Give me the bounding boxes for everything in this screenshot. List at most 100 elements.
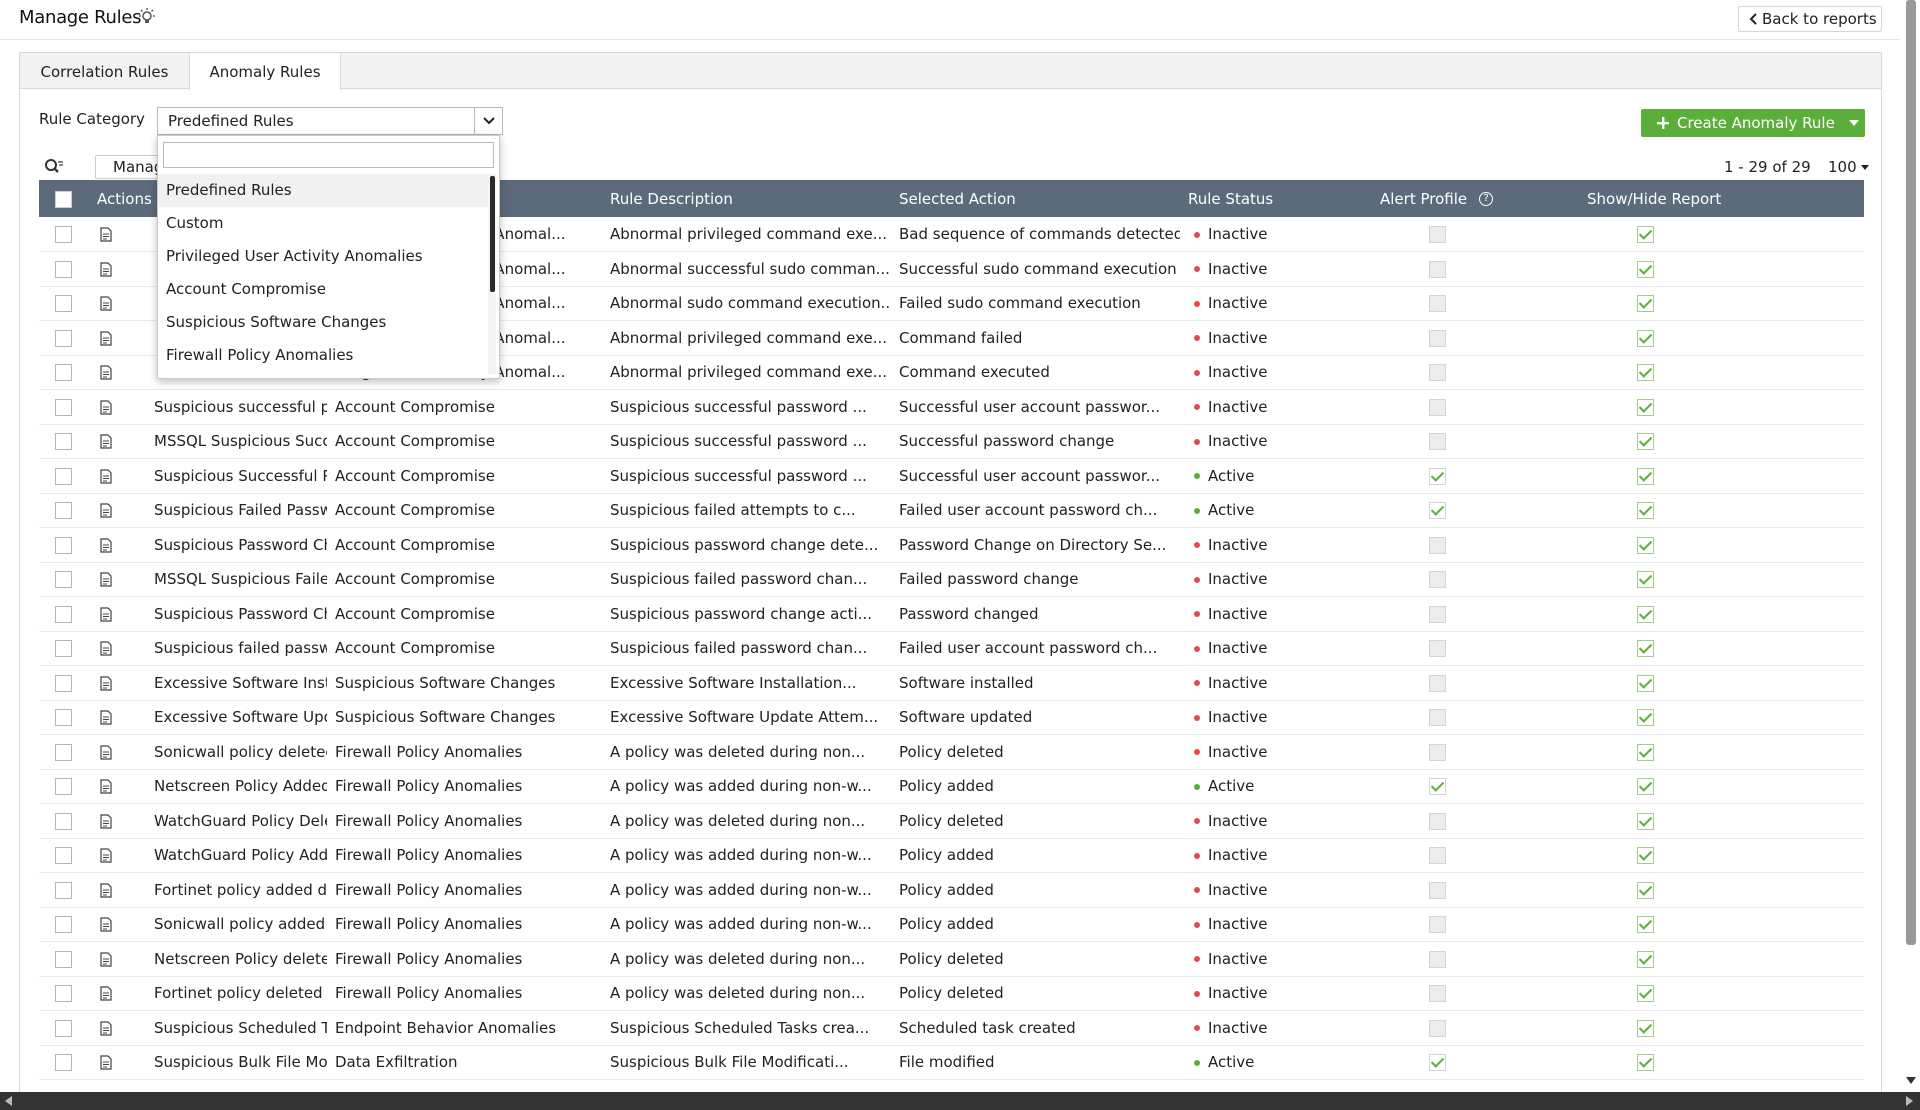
row-checkbox[interactable]: [55, 295, 72, 313]
rule-name[interactable]: Suspicious Scheduled Tasks crea...: [146, 1010, 327, 1046]
alert-profile-checkbox[interactable]: [1429, 674, 1446, 692]
row-actions-cell[interactable]: [88, 1010, 146, 1046]
show-report-checkbox[interactable]: [1637, 433, 1654, 451]
vertical-scroll-thumb[interactable]: [1906, 0, 1916, 945]
row-actions-cell[interactable]: [88, 251, 146, 287]
alert-profile-checkbox[interactable]: [1429, 536, 1446, 554]
table-row[interactable]: Excessive Software Installation...Suspic…: [39, 665, 1864, 701]
table-row[interactable]: Suspicious Password Change Acti...Accoun…: [39, 596, 1864, 632]
row-checkbox[interactable]: [55, 571, 72, 589]
row-checkbox[interactable]: [55, 433, 72, 451]
rule-name[interactable]: Netscreen Policy deleted during...: [146, 941, 327, 977]
dropdown-option[interactable]: Predefined Rules: [158, 174, 488, 207]
table-row[interactable]: Suspicious Scheduled Tasks crea...Endpoi…: [39, 1010, 1864, 1046]
row-actions-cell[interactable]: [88, 769, 146, 804]
rule-name[interactable]: MSSQL Suspicious Successful Pas...: [146, 424, 327, 459]
show-report-checkbox[interactable]: [1637, 950, 1654, 968]
row-checkbox[interactable]: [55, 1054, 72, 1072]
row-checkbox[interactable]: [55, 1019, 72, 1037]
dropdown-scrollbar[interactable]: [488, 174, 496, 374]
rule-name[interactable]: WatchGuard Policy Added during ...: [146, 838, 327, 873]
table-row[interactable]: WatchGuard Policy Deleted durin...Firewa…: [39, 803, 1864, 839]
scroll-down-arrow-icon[interactable]: [1905, 1074, 1917, 1086]
table-row[interactable]: Suspicious Successful Password ...Accoun…: [39, 458, 1864, 494]
row-actions-cell[interactable]: [88, 424, 146, 459]
row-actions-cell[interactable]: [88, 941, 146, 977]
table-row[interactable]: Suspicious failed password chan...Accoun…: [39, 631, 1864, 666]
show-report-checkbox[interactable]: [1637, 295, 1654, 313]
alert-profile-checkbox[interactable]: [1429, 502, 1446, 520]
show-report-checkbox[interactable]: [1637, 709, 1654, 727]
row-actions-cell[interactable]: [88, 596, 146, 632]
row-checkbox[interactable]: [55, 847, 72, 865]
show-report-checkbox[interactable]: [1637, 743, 1654, 761]
rule-name[interactable]: Suspicious Password Change on D...: [146, 527, 327, 563]
alert-profile-checkbox[interactable]: [1429, 226, 1446, 243]
row-checkbox[interactable]: [55, 640, 72, 658]
row-actions-cell[interactable]: [88, 458, 146, 494]
show-report-checkbox[interactable]: [1637, 260, 1654, 278]
tab-anomaly-rules[interactable]: Anomaly Rules: [189, 53, 341, 90]
table-row[interactable]: Netscreen Policy Added during n...Firewa…: [39, 769, 1864, 804]
row-checkbox[interactable]: [55, 502, 72, 520]
show-report-checkbox[interactable]: [1637, 364, 1654, 382]
show-report-checkbox[interactable]: [1637, 329, 1654, 347]
table-row[interactable]: Excessive Software Update Attem...Suspic…: [39, 700, 1864, 735]
row-checkbox[interactable]: [55, 226, 72, 243]
dropdown-option[interactable]: Account Compromise: [158, 273, 488, 306]
dropdown-option[interactable]: Privileged User Activity Anomalies: [158, 240, 488, 273]
help-icon[interactable]: ?: [1479, 192, 1494, 206]
row-checkbox[interactable]: [55, 329, 72, 347]
row-actions-cell[interactable]: [88, 838, 146, 873]
column-rule-status[interactable]: Rule Status: [1180, 180, 1365, 217]
show-report-checkbox[interactable]: [1637, 812, 1654, 830]
table-row[interactable]: MSSQL Suspicious Successful Pas...Accoun…: [39, 424, 1864, 459]
select-arrow[interactable]: [474, 108, 502, 134]
rule-name[interactable]: Suspicious successful password ...: [146, 389, 327, 425]
dropdown-option[interactable]: Custom: [158, 207, 488, 240]
alert-profile-checkbox[interactable]: [1429, 950, 1446, 968]
row-actions-cell[interactable]: [88, 803, 146, 839]
rule-name[interactable]: Suspicious Bulk File Modificati...: [146, 1045, 327, 1080]
vertical-scrollbar[interactable]: [1900, 0, 1920, 1092]
show-report-checkbox[interactable]: [1637, 605, 1654, 623]
row-checkbox[interactable]: [55, 950, 72, 968]
rule-name[interactable]: Sonicwall policy added during n...: [146, 907, 327, 942]
show-report-checkbox[interactable]: [1637, 571, 1654, 589]
row-checkbox[interactable]: [55, 881, 72, 899]
row-checkbox[interactable]: [55, 674, 72, 692]
dropdown-option[interactable]: Suspicious Software Changes: [158, 306, 488, 339]
rule-name[interactable]: Excessive Software Installation...: [146, 665, 327, 701]
rule-name[interactable]: Fortinet policy deleted during ...: [146, 976, 327, 1011]
alert-profile-checkbox[interactable]: [1429, 812, 1446, 830]
row-actions-cell[interactable]: [88, 493, 146, 528]
show-report-checkbox[interactable]: [1637, 1054, 1654, 1072]
row-actions-cell[interactable]: [88, 286, 146, 321]
table-row[interactable]: Fortinet policy added during no...Firewa…: [39, 872, 1864, 908]
row-actions-cell[interactable]: [88, 562, 146, 597]
row-checkbox[interactable]: [55, 743, 72, 761]
column-show-hide-report[interactable]: Show/Hide Report: [1550, 180, 1864, 217]
alert-profile-checkbox[interactable]: [1429, 1019, 1446, 1037]
row-checkbox[interactable]: [55, 260, 72, 278]
lightbulb-icon[interactable]: [137, 7, 157, 27]
row-checkbox[interactable]: [55, 916, 72, 934]
row-actions-cell[interactable]: [88, 665, 146, 701]
table-row[interactable]: Sonicwall policy deleted during...Firewa…: [39, 734, 1864, 770]
alert-profile-checkbox[interactable]: [1429, 467, 1446, 485]
table-row[interactable]: WatchGuard Policy Added during ...Firewa…: [39, 838, 1864, 873]
table-row[interactable]: Fortinet policy deleted during ...Firewa…: [39, 976, 1864, 1011]
column-selected-action[interactable]: Selected Action: [891, 180, 1180, 217]
show-report-checkbox[interactable]: [1637, 985, 1654, 1003]
rule-name[interactable]: Suspicious failed password chan...: [146, 631, 327, 666]
horizontal-scrollbar[interactable]: [0, 1092, 1920, 1110]
row-actions-cell[interactable]: [88, 389, 146, 425]
alert-profile-checkbox[interactable]: [1429, 916, 1446, 934]
back-to-reports-button[interactable]: Back to reports: [1738, 6, 1882, 32]
rule-name[interactable]: Excessive Software Update Attem...: [146, 700, 327, 735]
show-report-checkbox[interactable]: [1637, 226, 1654, 243]
table-row[interactable]: Sonicwall policy added during n...Firewa…: [39, 907, 1864, 942]
row-checkbox[interactable]: [55, 364, 72, 382]
row-actions-cell[interactable]: [88, 907, 146, 942]
show-report-checkbox[interactable]: [1637, 536, 1654, 554]
